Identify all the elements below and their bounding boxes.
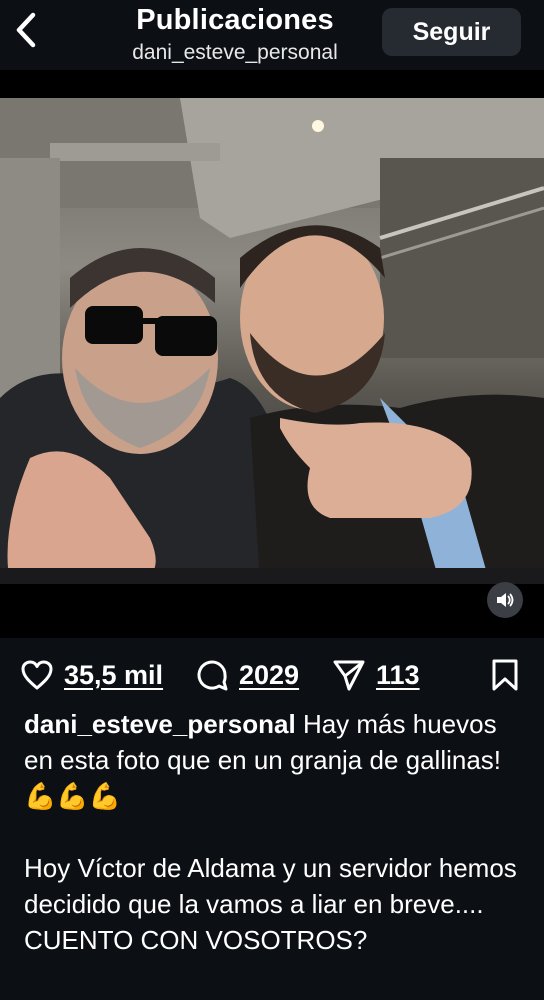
caption-username[interactable]: dani_esteve_personal (24, 709, 296, 739)
bookmark-icon (492, 659, 518, 691)
like-count[interactable]: 35,5 mil (64, 660, 163, 691)
share-count[interactable]: 113 (376, 660, 420, 691)
page-title: Publicaciones (136, 4, 334, 36)
comment-icon (197, 660, 228, 691)
selfie-illustration (0, 98, 544, 584)
back-button[interactable] (8, 10, 44, 50)
save-button[interactable] (490, 652, 520, 698)
send-icon (333, 660, 365, 691)
post-photo[interactable] (0, 98, 544, 584)
heart-icon (21, 660, 53, 690)
account-name[interactable]: dani_esteve_personal (60, 38, 410, 68)
header-title-group: Publicaciones dani_esteve_personal (60, 2, 410, 68)
comment-button[interactable]: 2029 (195, 652, 299, 698)
post-media (0, 70, 544, 638)
post-caption: dani_esteve_personal Hay más huevos en e… (24, 706, 529, 958)
post-actions: 35,5 mil 2029 113 (0, 652, 544, 698)
follow-button[interactable]: Seguir (382, 8, 521, 56)
caption-text-2: Hoy Víctor de Aldama y un servidor hemos… (24, 853, 517, 955)
top-bar: Publicaciones dani_esteve_personal Segui… (0, 0, 544, 70)
share-button[interactable]: 113 (332, 652, 420, 698)
speaker-icon (497, 593, 514, 607)
chevron-left-icon (16, 12, 36, 48)
comment-count[interactable]: 2029 (239, 660, 299, 691)
caption-paragraph-1: dani_esteve_personal Hay más huevos en e… (24, 706, 529, 814)
like-button[interactable]: 35,5 mil (20, 652, 163, 698)
mute-toggle-button[interactable] (487, 582, 523, 618)
